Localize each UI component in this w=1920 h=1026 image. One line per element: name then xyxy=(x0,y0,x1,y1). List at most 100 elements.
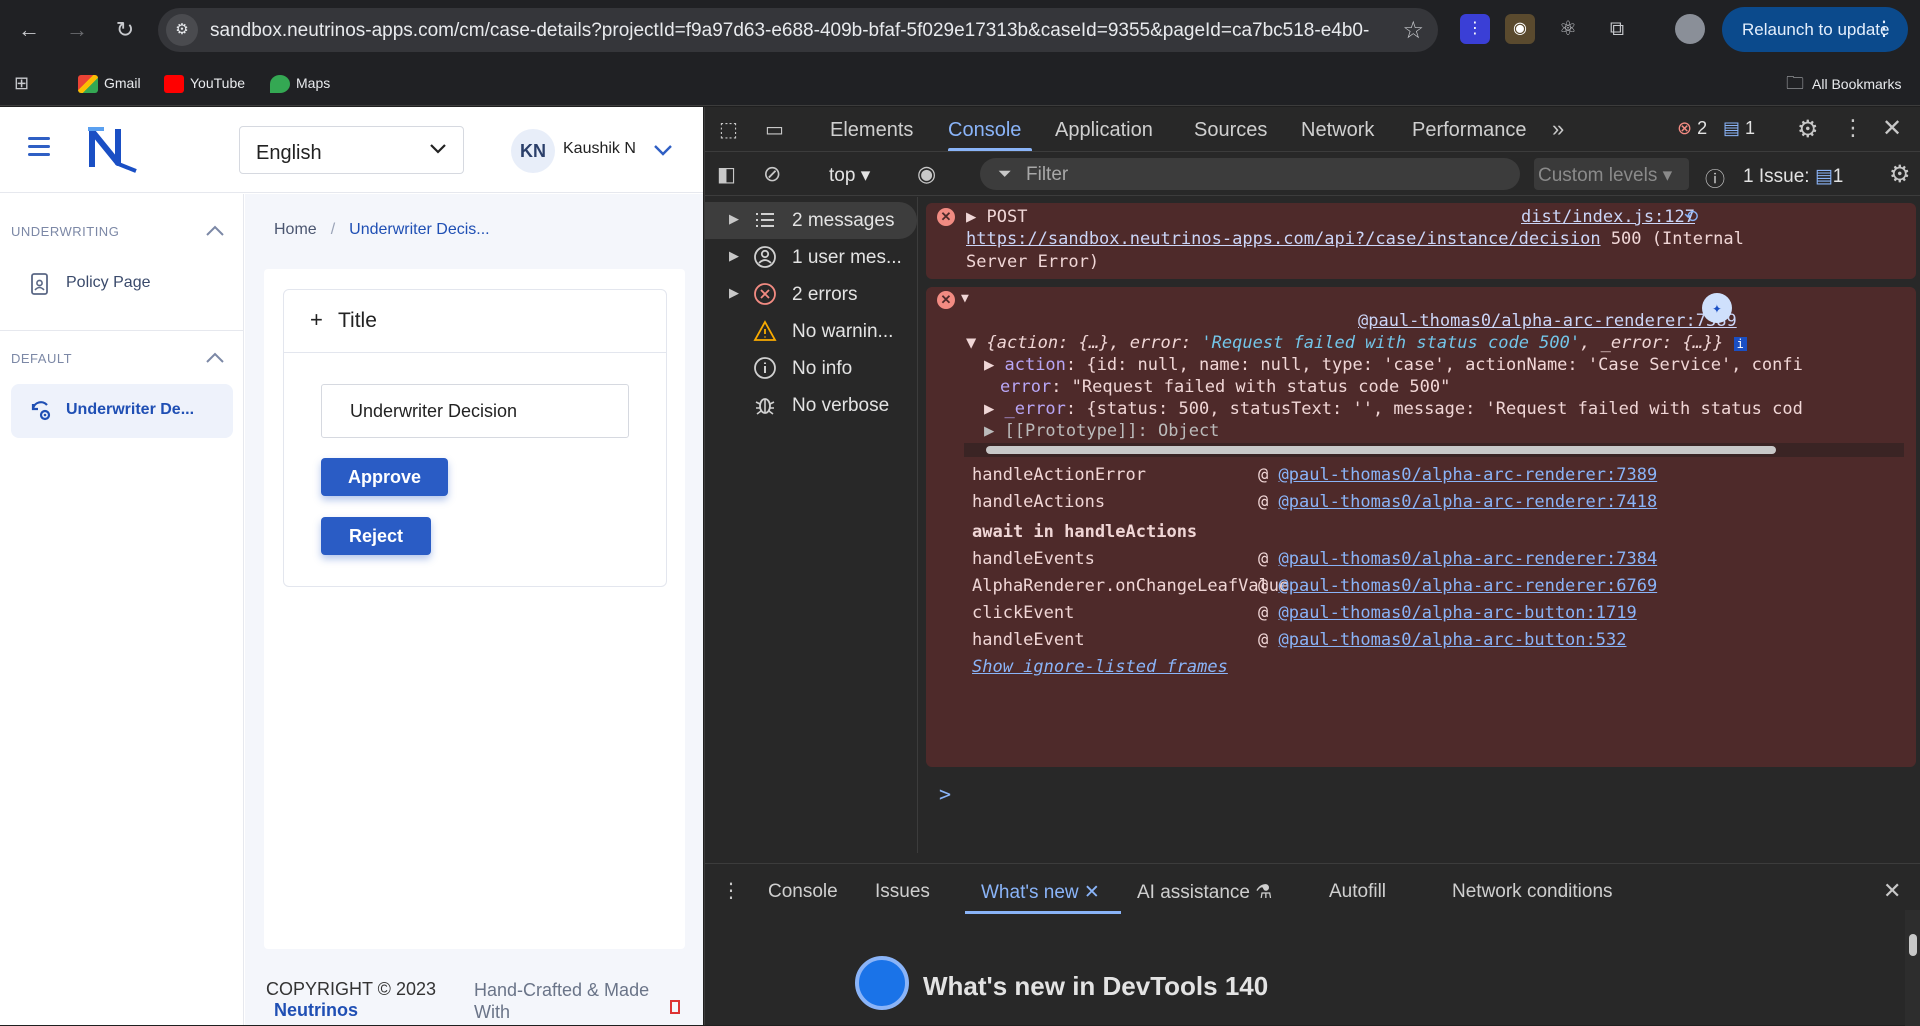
sidebar-item-messages[interactable]: ▶ 2 messages xyxy=(705,202,917,239)
drawer-tab-autofill[interactable]: Autofill xyxy=(1329,881,1386,903)
drawer-tab-network-conditions[interactable]: Network conditions xyxy=(1452,881,1613,903)
all-bookmarks[interactable]: 🗀 All Bookmarks xyxy=(1786,72,1901,95)
bookmark-star-icon[interactable]: ☆ xyxy=(1402,16,1424,45)
frame-source-link[interactable]: @paul-thomas0/alpha-arc-renderer:7384 xyxy=(1278,549,1657,569)
hamburger-menu-icon[interactable] xyxy=(28,137,54,157)
eye-icon[interactable]: ◉ xyxy=(917,161,936,187)
tab-elements[interactable]: Elements xyxy=(830,119,913,142)
frame-source-link[interactable]: @paul-thomas0/alpha-arc-renderer:7418 xyxy=(1278,492,1657,512)
show-ignore-listed-link[interactable]: Show ignore-listed frames xyxy=(972,657,1228,677)
underscore-error-property[interactable]: ▶ _error: {status: 500, statusText: '', … xyxy=(984,399,1803,419)
error-url-link[interactable]: https://sandbox.neutrinos-apps.com/api?/… xyxy=(966,229,1601,249)
drawer-tab-whats-new[interactable]: What's new ✕ xyxy=(981,881,1100,904)
error-object-summary[interactable]: ▼ {action: {…}, error: 'Request failed w… xyxy=(966,333,1747,353)
console-settings-icon[interactable]: ⚙ xyxy=(1889,160,1911,189)
device-toolbar-icon[interactable]: ▭ xyxy=(765,117,784,142)
stack-frame-source[interactable]: @ @paul-thomas0/alpha-arc-button:1719 xyxy=(1258,603,1637,623)
sidebar-section-underwriting[interactable]: UNDERWRITING xyxy=(11,224,119,239)
ai-insights-icon[interactable]: ✦ xyxy=(1702,293,1732,323)
log-levels-select[interactable]: Custom levels ▾ xyxy=(1534,158,1689,190)
stack-frame-source[interactable]: @ @paul-thomas0/alpha-arc-renderer:6769 xyxy=(1258,576,1657,596)
drawer-tab-issues[interactable]: Issues xyxy=(875,881,930,903)
chevron-up-icon[interactable] xyxy=(205,224,225,238)
close-drawer-icon[interactable]: ✕ xyxy=(1883,878,1901,904)
context-select[interactable]: top ▾ xyxy=(829,164,870,187)
message-count-icon[interactable]: ▤ 1 xyxy=(1723,118,1755,139)
apps-grid-icon[interactable]: ⊞ xyxy=(14,72,29,94)
stack-frame-source[interactable]: @ @paul-thomas0/alpha-arc-renderer:7384 xyxy=(1258,549,1657,569)
language-select[interactable]: English xyxy=(239,126,464,174)
close-devtools-icon[interactable]: ✕ xyxy=(1882,114,1902,143)
frame-source-link[interactable]: @paul-thomas0/alpha-arc-renderer:6769 xyxy=(1278,576,1657,596)
back-icon[interactable]: ← xyxy=(11,12,47,48)
extension-owl-icon[interactable]: ◉ xyxy=(1505,14,1535,44)
sidebar-item-warnings[interactable]: No warnin... xyxy=(705,313,917,350)
clear-console-icon[interactable]: ⊘ xyxy=(763,161,781,187)
relaunch-button[interactable]: Relaunch to update ⋮ xyxy=(1722,7,1908,52)
frame-source-link[interactable]: @paul-thomas0/alpha-arc-button:532 xyxy=(1278,630,1626,650)
scrollbar-thumb[interactable] xyxy=(1909,934,1917,956)
avatar[interactable]: KN xyxy=(511,129,555,173)
close-tab-icon[interactable]: ✕ xyxy=(1084,882,1100,903)
network-request-icon[interactable]: ⟲ xyxy=(1684,207,1698,227)
info-icon[interactable]: ⓘ xyxy=(1705,163,1725,192)
tab-network[interactable]: Network xyxy=(1301,119,1374,142)
tab-performance[interactable]: Performance xyxy=(1412,119,1527,142)
sidebar-item-errors[interactable]: ▶ 2 errors xyxy=(705,276,917,313)
sidebar-item-verbose[interactable]: No verbose xyxy=(705,387,917,424)
panel-header[interactable]: + Title xyxy=(284,290,666,353)
profile-avatar[interactable] xyxy=(1675,14,1705,44)
sidebar-toggle-icon[interactable]: ◧ xyxy=(717,162,736,187)
bookmark-youtube[interactable]: YouTube xyxy=(164,72,245,94)
collapse-triangle-icon[interactable]: ▼ xyxy=(961,291,969,306)
site-info-icon[interactable]: ⚙ xyxy=(166,14,198,46)
footer-brand-link[interactable]: Neutrinos xyxy=(274,1000,358,1020)
drawer-tab-console[interactable]: Console xyxy=(768,881,838,903)
error-source-link[interactable]: dist/index.js:127 xyxy=(1521,207,1695,227)
reject-button[interactable]: Reject xyxy=(321,517,431,555)
more-options-icon[interactable]: ⋮ xyxy=(1842,115,1864,141)
sidebar-section-default[interactable]: DEFAULT xyxy=(11,351,72,366)
more-tabs-icon[interactable]: » xyxy=(1552,116,1564,142)
vertical-scrollbar[interactable] xyxy=(1905,910,1920,1026)
forward-icon[interactable]: → xyxy=(59,12,95,48)
breadcrumb-home[interactable]: Home xyxy=(274,221,317,238)
error-count-icon[interactable]: ⊗ 2 xyxy=(1677,118,1707,139)
tab-console[interactable]: Console xyxy=(948,119,1021,142)
sidebar-item-underwriter-decision[interactable]: Underwriter De... xyxy=(11,384,233,438)
action-property[interactable]: ▶ action: {id: null, name: null, type: '… xyxy=(984,355,1803,375)
sidebar-item-user-messages[interactable]: ▶ 1 user mes... xyxy=(705,239,917,276)
approve-button[interactable]: Approve xyxy=(321,458,448,496)
bookmark-maps[interactable]: Maps xyxy=(270,72,330,94)
settings-gear-icon[interactable]: ⚙ xyxy=(1797,115,1819,144)
reload-icon[interactable]: ↻ xyxy=(107,12,143,48)
url-text[interactable]: sandbox.neutrinos-apps.com/cm/case-detai… xyxy=(210,20,1370,42)
horizontal-scrollbar[interactable] xyxy=(964,443,1904,457)
issues-button[interactable]: 1 Issue: ▤1 xyxy=(1743,165,1843,188)
stack-frame-source[interactable]: @ @paul-thomas0/alpha-arc-renderer:7418 xyxy=(1258,492,1657,512)
filter-input[interactable]: ⏷ Filter xyxy=(980,158,1520,190)
decision-input[interactable]: Underwriter Decision xyxy=(321,384,629,438)
stack-frame-source[interactable]: @ @paul-thomas0/alpha-arc-button:532 xyxy=(1258,630,1626,650)
prototype-property[interactable]: ▶ [[Prototype]]: Object xyxy=(984,421,1219,441)
react-devtools-icon[interactable]: ⚛ xyxy=(1553,14,1583,44)
error-method[interactable]: ▶ POST xyxy=(966,207,1027,227)
bookmark-gmail[interactable]: Gmail xyxy=(78,72,141,94)
extensions-puzzle-icon[interactable]: ⧉ xyxy=(1602,14,1632,44)
sidebar-item-policy-page[interactable]: Policy Page xyxy=(11,257,233,311)
sidebar-item-info[interactable]: No info xyxy=(705,350,917,387)
frame-source-link[interactable]: @paul-thomas0/alpha-arc-renderer:7389 xyxy=(1278,465,1657,485)
tab-sources[interactable]: Sources xyxy=(1194,119,1267,142)
error-source-link[interactable]: @paul-thomas0/alpha-arc-renderer:7389 xyxy=(1358,311,1737,331)
inspect-element-icon[interactable]: ⬚ xyxy=(719,117,738,142)
tab-application[interactable]: Application xyxy=(1055,119,1153,142)
chevron-up-icon[interactable] xyxy=(205,351,225,365)
user-name[interactable]: Kaushik N xyxy=(563,140,636,158)
drawer-tab-ai-assistance[interactable]: AI assistance ⚗ xyxy=(1137,881,1272,904)
console-prompt[interactable]: > xyxy=(939,782,951,806)
neutrinos-logo[interactable] xyxy=(86,123,142,175)
address-bar[interactable]: ⚙ sandbox.neutrinos-apps.com/cm/case-det… xyxy=(158,8,1438,52)
drawer-menu-icon[interactable]: ⋮ xyxy=(721,878,741,903)
chevron-down-icon[interactable] xyxy=(652,141,674,159)
frame-source-link[interactable]: @paul-thomas0/alpha-arc-button:1719 xyxy=(1278,603,1636,623)
